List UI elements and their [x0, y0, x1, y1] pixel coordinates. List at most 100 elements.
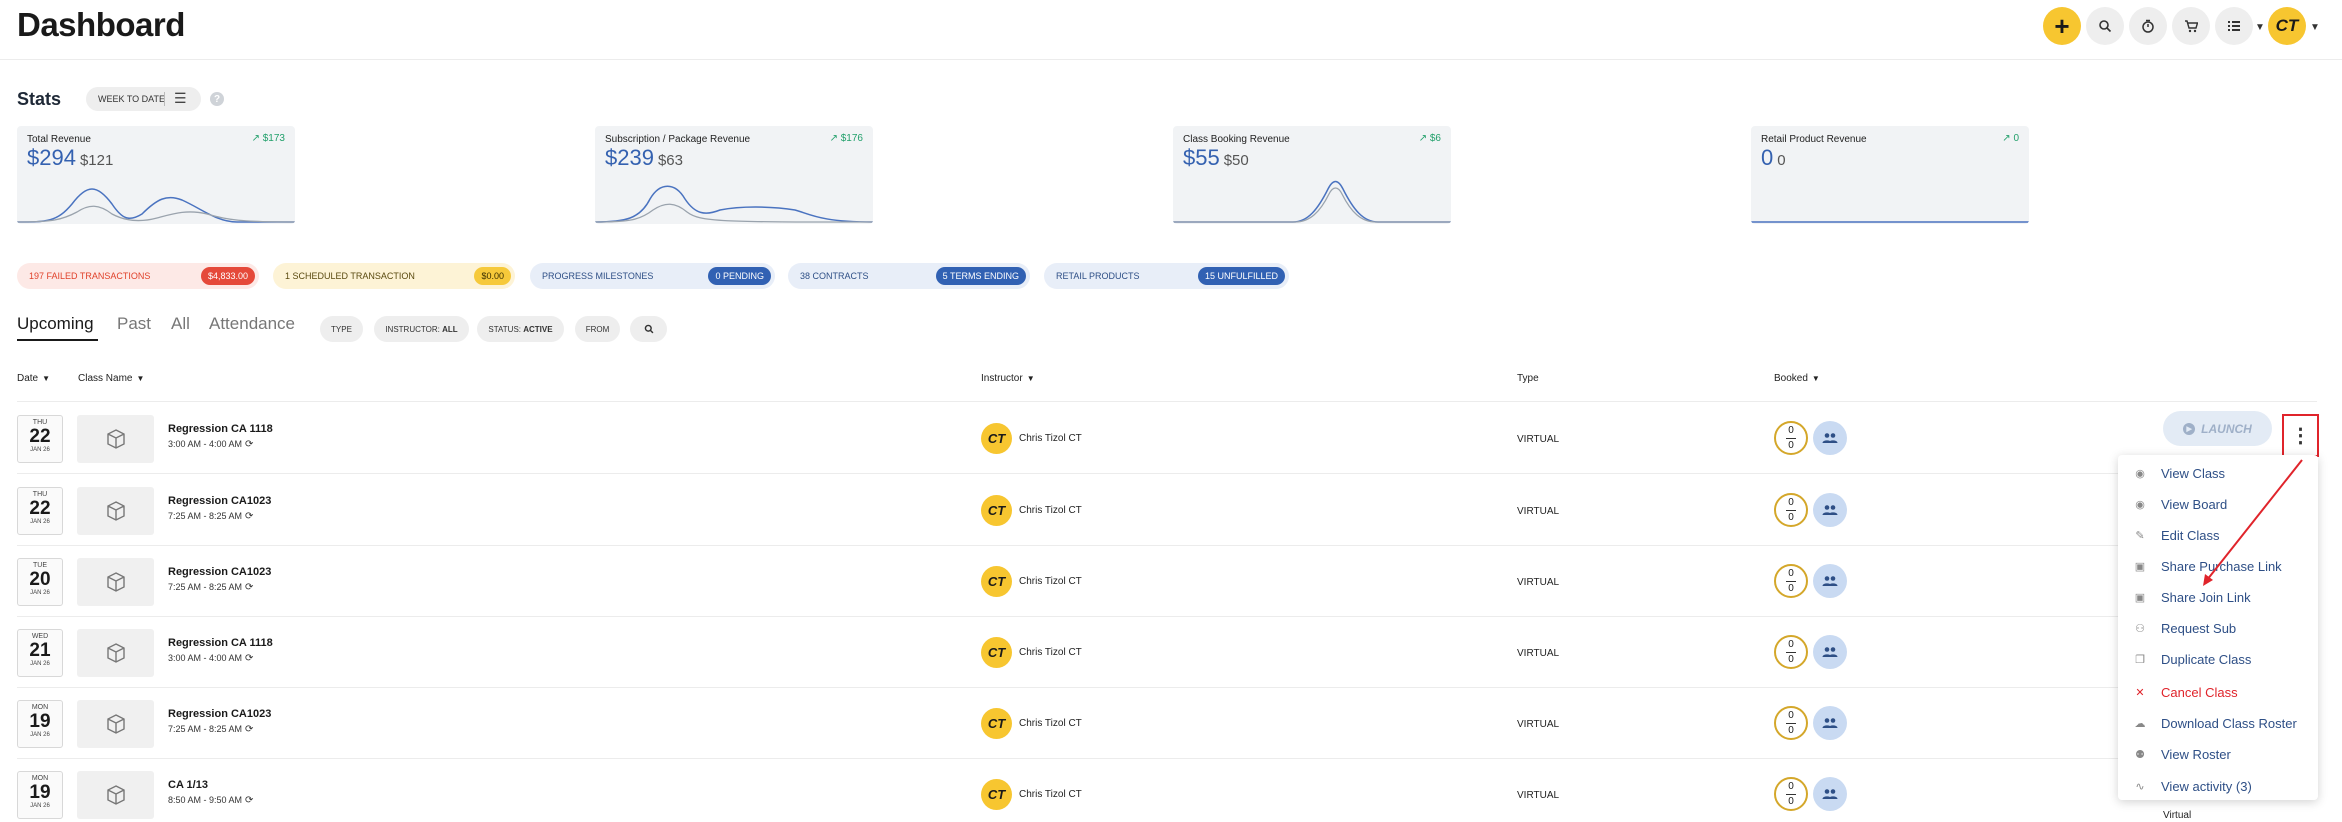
filter-icon[interactable]: ☰: [174, 90, 187, 107]
table-row[interactable]: THU 22 JAN 26 Regression CA1023 7:25 AM - 8:…: [17, 475, 2317, 546]
table-row[interactable]: WED 21 JAN 26 Regression CA 1118 3:00 AM - 4…: [17, 617, 2317, 688]
class-thumbnail[interactable]: [77, 700, 154, 748]
timer-button[interactable]: [2129, 7, 2167, 45]
menu-item-share-purchase-link[interactable]: ▣ Share Purchase Link: [2118, 551, 2318, 581]
instructor-name[interactable]: Chris Tizol CT: [1019, 789, 1082, 800]
column-header-instructor[interactable]: Instructor ▼: [981, 373, 1035, 384]
roster-button[interactable]: [1813, 421, 1847, 455]
group-icon: ⚉: [2135, 748, 2145, 761]
launch-button[interactable]: ▶ LAUNCH: [2163, 411, 2272, 446]
stat-card-class-booking-revenue[interactable]: Class Booking Revenue ↗ $6 $55 $50: [1173, 126, 1451, 224]
menu-item-duplicate-class[interactable]: ❐ Duplicate Class: [2118, 644, 2318, 674]
menu-item-view-class[interactable]: ◉ View Class: [2118, 458, 2318, 488]
menu-item-edit-class[interactable]: ✎ Edit Class: [2118, 520, 2318, 550]
search-filter-button[interactable]: [630, 316, 667, 342]
tab-attendance[interactable]: Attendance: [209, 314, 295, 334]
class-name-link[interactable]: Regression CA1023: [168, 566, 271, 578]
retail-products-pill[interactable]: RETAIL PRODUCTS 15 UNFULFILLED: [1044, 263, 1289, 289]
tab-upcoming[interactable]: Upcoming: [17, 314, 94, 334]
date-range-filter[interactable]: WEEK TO DATE ☰: [86, 87, 201, 111]
instructor-name[interactable]: Chris Tizol CT: [1019, 505, 1082, 516]
search-button[interactable]: [2086, 7, 2124, 45]
tab-all[interactable]: All: [171, 314, 190, 334]
table-row[interactable]: MON 19 JAN 26 Regression CA1023 7:25 AM - 8:…: [17, 688, 2317, 759]
table-row[interactable]: MON 19 JAN 26 CA 1/13 8:50 AM - 9:50 AM ⟳ CT Ch…: [17, 759, 2317, 822]
group-icon: [1822, 789, 1838, 799]
class-name-link[interactable]: Regression CA1023: [168, 495, 271, 507]
add-button[interactable]: +: [2043, 7, 2081, 45]
page-title: Dashboard: [17, 6, 185, 43]
menu-item-download-class-roster[interactable]: ☁ Download Class Roster: [2118, 708, 2318, 738]
booked-count-badge[interactable]: 00: [1774, 421, 1808, 455]
box-icon: [106, 572, 125, 592]
menu-item-cancel-class[interactable]: ✕ Cancel Class: [2118, 677, 2318, 707]
menu-item-view-roster[interactable]: ⚉ View Roster: [2118, 739, 2318, 769]
booked-count-badge[interactable]: 00: [1774, 706, 1808, 740]
stat-card-subscription-revenue[interactable]: Subscription / Package Revenue ↗ $176 $2…: [595, 126, 873, 224]
status-filter[interactable]: STATUS: ACTIVE: [477, 316, 564, 342]
divider: [164, 92, 165, 106]
date-badge: MON 19 JAN 26: [17, 771, 63, 819]
recurring-icon: ⟳: [245, 724, 254, 735]
column-header-date[interactable]: Date ▼: [17, 373, 50, 384]
scheduled-transaction-pill[interactable]: 1 SCHEDULED TRANSACTION $0.00: [273, 263, 515, 289]
roster-button[interactable]: [1813, 777, 1847, 811]
roster-button[interactable]: [1813, 635, 1847, 669]
progress-milestones-pill[interactable]: PROGRESS MILESTONES 0 PENDING: [530, 263, 775, 289]
roster-button[interactable]: [1813, 564, 1847, 598]
cloud-download-icon: ☁: [2134, 717, 2146, 730]
table-row[interactable]: THU 22 JAN 26 Regression CA 1118 3:00 AM - 4…: [17, 403, 2317, 474]
row-actions-kebab-button[interactable]: ⋮: [2282, 414, 2319, 457]
recurring-icon: ⟳: [245, 795, 254, 806]
instructor-filter[interactable]: INSTRUCTOR: ALL: [374, 316, 469, 342]
class-name-link[interactable]: Regression CA 1118: [168, 423, 273, 435]
type-filter[interactable]: TYPE: [320, 316, 363, 342]
class-thumbnail[interactable]: [77, 558, 154, 606]
chevron-down-icon[interactable]: ▼: [2310, 22, 2320, 33]
date-badge: THU 22 JAN 26: [17, 415, 63, 463]
class-time: 8:50 AM - 9:50 AM ⟳: [168, 795, 254, 806]
booked-count-badge[interactable]: 00: [1774, 493, 1808, 527]
contracts-pill[interactable]: 38 CONTRACTS 5 TERMS ENDING: [788, 263, 1030, 289]
instructor-name[interactable]: Chris Tizol CT: [1019, 576, 1082, 587]
instructor-name[interactable]: Chris Tizol CT: [1019, 718, 1082, 729]
instructor-avatar: CT: [981, 779, 1012, 810]
booked-count-badge[interactable]: 00: [1774, 564, 1808, 598]
class-thumbnail[interactable]: [77, 629, 154, 677]
user-avatar[interactable]: CT: [2268, 7, 2306, 45]
tab-past[interactable]: Past: [117, 314, 151, 334]
class-name-link[interactable]: Regression CA1023: [168, 708, 271, 720]
cart-button[interactable]: [2172, 7, 2210, 45]
stat-card-total-revenue[interactable]: Total Revenue ↗ $173 $294 $121: [17, 126, 295, 224]
list-menu-button[interactable]: [2215, 7, 2253, 45]
class-type: VIRTUAL: [1517, 648, 1560, 659]
class-thumbnail[interactable]: [77, 771, 154, 819]
roster-button[interactable]: [1813, 706, 1847, 740]
class-name-link[interactable]: CA 1/13: [168, 779, 208, 791]
group-icon: [1822, 718, 1838, 728]
stat-card-retail-revenue[interactable]: Retail Product Revenue ↗ 0 00: [1751, 126, 2029, 224]
class-name-link[interactable]: Regression CA 1118: [168, 637, 273, 649]
from-filter[interactable]: FROM: [575, 316, 620, 342]
menu-item-view-activity-3[interactable]: ∿ View activity (3): [2118, 771, 2318, 801]
date-badge: MON 19 JAN 26: [17, 700, 63, 748]
chevron-down-icon[interactable]: ▼: [2255, 22, 2265, 33]
menu-item-request-sub[interactable]: ⚇ Request Sub: [2118, 613, 2318, 643]
instructor-name[interactable]: Chris Tizol CT: [1019, 433, 1082, 444]
class-thumbnail[interactable]: [77, 415, 154, 463]
table-row[interactable]: TUE 20 JAN 26 Regression CA1023 7:25 AM - 8:…: [17, 546, 2317, 617]
group-icon: [1822, 647, 1838, 657]
column-header-booked[interactable]: Booked ▼: [1774, 373, 1820, 384]
roster-button[interactable]: [1813, 493, 1847, 527]
instructor-name[interactable]: Chris Tizol CT: [1019, 647, 1082, 658]
booked-count-badge[interactable]: 00: [1774, 777, 1808, 811]
class-time: 7:25 AM - 8:25 AM ⟳: [168, 724, 254, 735]
pill-label: 38 CONTRACTS: [800, 271, 869, 281]
help-icon[interactable]: ?: [210, 92, 224, 106]
menu-item-share-join-link[interactable]: ▣ Share Join Link: [2118, 582, 2318, 612]
booked-count-badge[interactable]: 00: [1774, 635, 1808, 669]
class-thumbnail[interactable]: [77, 487, 154, 535]
menu-item-view-board[interactable]: ◉ View Board: [2118, 489, 2318, 519]
column-header-class-name[interactable]: Class Name ▼: [78, 373, 144, 384]
failed-transactions-pill[interactable]: 197 FAILED TRANSACTIONS $4,833.00: [17, 263, 259, 289]
